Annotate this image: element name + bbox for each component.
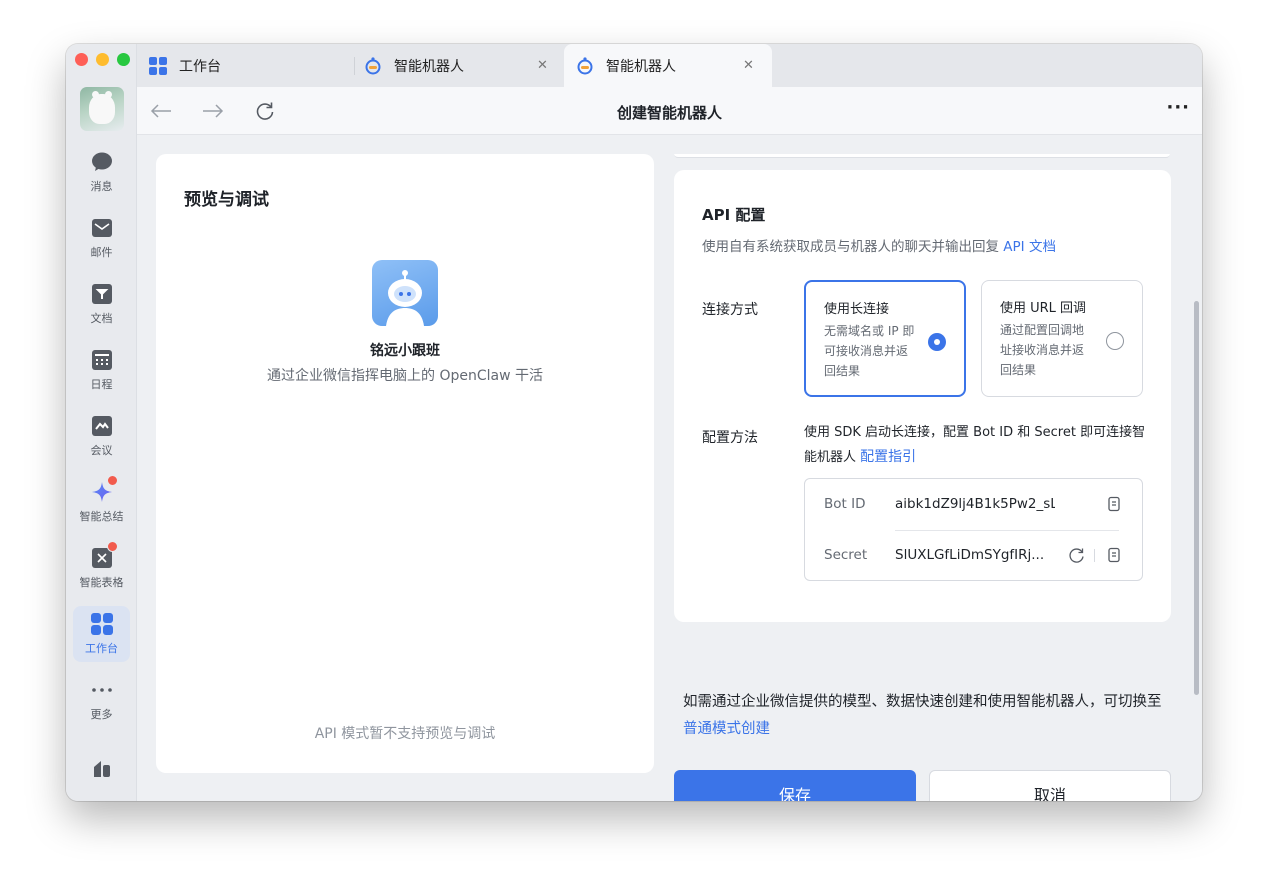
grid-icon <box>149 56 167 75</box>
copy-icon[interactable] <box>1105 495 1123 513</box>
zoom-window-button[interactable] <box>117 53 130 66</box>
bot-tab-icon <box>577 56 593 74</box>
connect-method-label: 连接方式 <box>702 302 758 318</box>
bot-avatar <box>372 260 438 326</box>
avatar[interactable] <box>80 87 124 131</box>
document-icon <box>91 283 113 305</box>
radio-unselected[interactable] <box>1106 332 1124 350</box>
sidebar-item-workbench[interactable]: 工作台 <box>73 606 130 662</box>
sidebar-item-label: 智能总结 <box>79 509 124 523</box>
tab-bot-2[interactable]: 智能机器人 ✕ <box>564 44 772 87</box>
sidebar: 消息 邮件 文档 日程 会议 智能总结 智能表格 工作台 更多 <box>66 44 137 801</box>
api-doc-link[interactable]: API 文档 <box>1003 239 1056 255</box>
sidebar-item-label: 日程 <box>90 377 113 391</box>
calendar-icon <box>91 349 113 371</box>
mode-switch-text: 如需通过企业微信提供的模型、数据快速创建和使用智能机器人，可切换至 <box>683 694 1162 710</box>
tab-label: 工作台 <box>179 58 221 75</box>
sidebar-item-messages[interactable]: 消息 <box>73 144 130 200</box>
credentials-box: Bot ID aibk1dZ9lj4B1k5Pw2_sLBa... Secret… <box>804 478 1143 581</box>
app-window: 消息 邮件 文档 日程 会议 智能总结 智能表格 工作台 更多 工作台 智能机器… <box>66 44 1202 801</box>
copy-icon[interactable] <box>1105 546 1123 564</box>
normal-mode-link[interactable]: 普通模式创建 <box>683 721 770 737</box>
sidebar-item-meetings[interactable]: 会议 <box>73 408 130 464</box>
preview-panel: 预览与调试 铭远小跟班 通过企业微信指挥电脑上的 OpenClaw 干活 API… <box>156 154 654 773</box>
sidebar-item-label: 文档 <box>90 311 113 325</box>
refresh-icon[interactable] <box>1067 546 1085 564</box>
option-title: 使用 URL 回调 <box>1000 301 1087 316</box>
secret-row: Secret SlUXLGfLiDmSYgfIRj... <box>805 530 1142 580</box>
page-title: 创建智能机器人 <box>616 104 722 122</box>
close-window-button[interactable] <box>75 53 88 66</box>
bot-tab-icon <box>365 56 381 74</box>
tab-label: 智能机器人 <box>394 58 464 75</box>
icon-separator <box>1094 549 1095 562</box>
grid-icon <box>90 612 113 635</box>
cancel-button[interactable]: 取消 <box>929 770 1171 801</box>
close-icon[interactable]: ✕ <box>743 58 754 73</box>
option-description: 通过配置回调地址接收消息并返回结果 <box>1000 323 1085 377</box>
tab-workbench[interactable]: 工作台 <box>149 44 349 87</box>
secret-value: SlUXLGfLiDmSYgfIRj... <box>895 547 1045 563</box>
previous-card-edge <box>674 154 1170 158</box>
app-logo-icon <box>91 757 113 779</box>
bear-avatar-image <box>89 91 115 124</box>
window-controls <box>75 53 130 66</box>
preview-unsupported-note: API 模式暂不支持预览与调试 <box>314 726 496 742</box>
more-menu-button[interactable]: ··· <box>1166 97 1190 118</box>
preview-heading: 预览与调试 <box>184 190 269 210</box>
sidebar-item-app-logo[interactable] <box>73 740 130 796</box>
config-guide-link[interactable]: 配置指引 <box>860 449 916 465</box>
bot-id-value: aibk1dZ9lj4B1k5Pw2_sLBa... <box>895 496 1055 512</box>
sidebar-item-label: 消息 <box>90 179 113 193</box>
mail-icon <box>91 217 113 239</box>
tab-bot-1[interactable]: 智能机器人 ✕ <box>364 44 554 87</box>
sidebar-item-more[interactable]: 更多 <box>73 672 130 728</box>
tab-separator <box>354 57 355 75</box>
sidebar-item-label: 智能表格 <box>79 575 124 589</box>
config-method-text: 使用 SDK 启动长连接，配置 Bot ID 和 Secret 即可连接智能机器… <box>804 421 1149 470</box>
smart-sheet-icon <box>91 540 118 569</box>
mode-switch-note: 如需通过企业微信提供的模型、数据快速创建和使用智能机器人，可切换至 普通模式创建 <box>683 689 1163 743</box>
config-method-label: 配置方法 <box>702 430 758 446</box>
robot-icon <box>386 270 424 326</box>
bot-description: 通过企业微信指挥电脑上的 OpenClaw 干活 <box>267 368 543 384</box>
bot-id-row: Bot ID aibk1dZ9lj4B1k5Pw2_sLBa... <box>805 479 1142 529</box>
option-title: 使用长连接 <box>824 302 890 317</box>
api-config-subtitle: 使用自有系统获取成员与机器人的聊天并输出回复 API 文档 <box>702 235 1056 255</box>
save-button[interactable]: 保存 <box>674 770 916 801</box>
api-config-card: API 配置 使用自有系统获取成员与机器人的聊天并输出回复 API 文档 连接方… <box>674 170 1171 622</box>
sidebar-item-label: 更多 <box>90 707 113 721</box>
sidebar-item-label: 邮件 <box>90 245 113 259</box>
minimize-window-button[interactable] <box>96 53 109 66</box>
notification-badge <box>106 474 118 486</box>
sidebar-item-docs[interactable]: 文档 <box>73 276 130 332</box>
sidebar-item-mail[interactable]: 邮件 <box>73 210 130 266</box>
option-long-connection[interactable]: 使用长连接 无需域名或 IP 即可接收消息并返回结果 <box>804 280 966 397</box>
sidebar-item-label: 工作台 <box>85 641 118 655</box>
radio-selected[interactable] <box>928 333 946 351</box>
sidebar-item-smart-sheet[interactable]: 智能表格 <box>73 540 130 596</box>
chat-bubble-icon <box>91 151 113 173</box>
close-icon[interactable]: ✕ <box>537 58 548 73</box>
api-config-subtitle-text: 使用自有系统获取成员与机器人的聊天并输出回复 <box>702 239 999 255</box>
sidebar-item-smart-summary[interactable]: 智能总结 <box>73 474 130 530</box>
tab-label: 智能机器人 <box>606 58 676 75</box>
bot-name: 铭远小跟班 <box>370 343 440 359</box>
meeting-icon <box>91 415 113 437</box>
api-config-title: API 配置 <box>702 206 766 224</box>
config-method-description: 使用 SDK 启动长连接，配置 Bot ID 和 Secret 即可连接智能机器… <box>804 425 1146 465</box>
notification-badge <box>106 540 118 552</box>
sparkle-icon <box>91 474 118 503</box>
bot-id-label: Bot ID <box>824 496 866 512</box>
option-description: 无需域名或 IP 即可接收消息并返回结果 <box>824 324 915 378</box>
main-content: 预览与调试 铭远小跟班 通过企业微信指挥电脑上的 OpenClaw 干活 API… <box>137 135 1202 801</box>
option-url-callback[interactable]: 使用 URL 回调 通过配置回调地址接收消息并返回结果 <box>981 280 1143 397</box>
sidebar-item-label: 会议 <box>90 443 113 457</box>
toolbar: 创建智能机器人 ··· <box>137 87 1202 135</box>
tab-bar: 工作台 智能机器人 ✕ 智能机器人 ✕ <box>137 44 1202 87</box>
more-dots-icon <box>91 679 113 701</box>
scrollbar[interactable] <box>1194 301 1199 695</box>
sidebar-item-calendar[interactable]: 日程 <box>73 342 130 398</box>
secret-label: Secret <box>824 547 868 563</box>
